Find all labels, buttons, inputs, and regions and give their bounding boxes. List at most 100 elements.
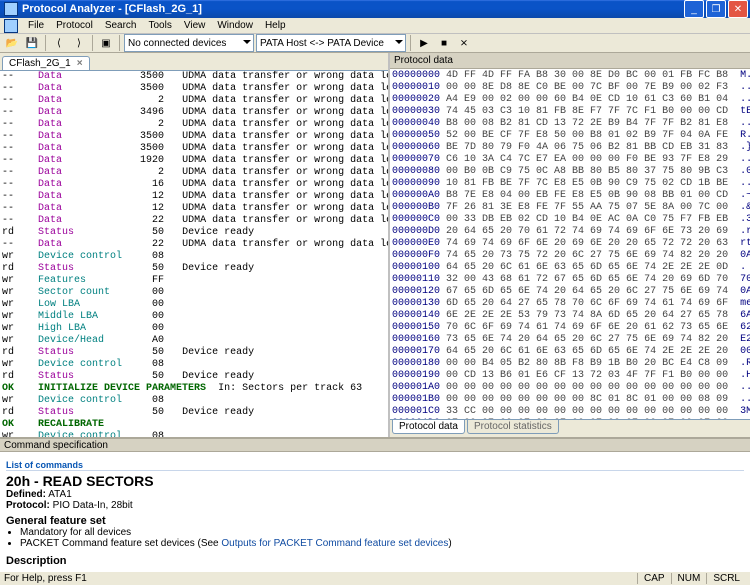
trace-row[interactable]: -- Data 3500 UDMA data transfer or wrong… — [0, 71, 388, 83]
tb-clear-icon[interactable]: ⨯ — [455, 34, 473, 52]
trace-row[interactable]: -- Data 12 UDMA data transfer or wrong d… — [0, 203, 388, 215]
status-num: NUM — [671, 573, 707, 584]
menu-search[interactable]: Search — [99, 18, 143, 33]
menu-tools[interactable]: Tools — [143, 18, 178, 33]
trace-row[interactable]: -- Data 3500 UDMA data transfer or wrong… — [0, 131, 388, 143]
protocol-data-header: Protocol data — [390, 53, 750, 69]
trace-row[interactable]: wr Sector count 00 — [0, 287, 388, 299]
trace-row[interactable]: wr High LBA 00 — [0, 323, 388, 335]
hex-row: 000000A0 B8 7E E8 04 00 EB FE E8 E5 0B 9… — [392, 190, 750, 202]
right-bottom-tabs: Protocol data Protocol statistics — [390, 419, 750, 437]
trace-row[interactable]: -- Data 12 UDMA data transfer or wrong d… — [0, 191, 388, 203]
menu-view[interactable]: View — [178, 18, 212, 33]
trace-row[interactable]: rd Status 50 Device ready — [0, 227, 388, 239]
hex-row: 00000160 73 65 6E 74 20 64 65 20 6C 27 7… — [392, 334, 750, 346]
protocol-data-pane: Protocol data 00000000 4D FF 4D FF FA B8… — [390, 53, 750, 437]
trace-row[interactable]: wr Device control 08 — [0, 359, 388, 371]
trace-row[interactable]: rd Status 50 Device ready — [0, 407, 388, 419]
trace-row[interactable]: rd Status 50 Device ready — [0, 371, 388, 383]
left-tabstrip: CFlash_2G_1 × — [0, 53, 388, 71]
hex-row: 000000B0 7F 26 81 3E E8 FE 7F 55 AA 75 0… — [392, 202, 750, 214]
hex-row: 00000060 BE 7D 80 79 F0 4A 06 75 06 B2 8… — [392, 142, 750, 154]
trace-row[interactable]: -- Data 16 UDMA data transfer or wrong d… — [0, 179, 388, 191]
tab-close-icon[interactable]: × — [77, 58, 83, 69]
protocol-data-title: Protocol data — [394, 55, 453, 66]
cmd-feat-link[interactable]: Outputs for PACKET Command feature set d… — [221, 538, 448, 549]
trace-row[interactable]: rd Status 50 Device ready — [0, 263, 388, 275]
tab-file[interactable]: CFlash_2G_1 × — [2, 56, 90, 70]
statusbar: For Help, press F1 CAP NUM SCRL — [0, 571, 750, 585]
tb-filter-icon[interactable]: ▣ — [97, 34, 115, 52]
hex-row: 00000150 70 6C 6F 69 74 61 74 69 6F 6E 2… — [392, 322, 750, 334]
tab-protocol-data[interactable]: Protocol data — [392, 420, 465, 434]
hex-row: 00000010 00 00 8E D8 8E C0 BE 00 7C BF 0… — [392, 82, 750, 94]
trace-row[interactable]: -- Data 3500 UDMA data transfer or wrong… — [0, 143, 388, 155]
close-button[interactable]: ✕ — [728, 0, 748, 18]
trace-row[interactable]: rd Status 50 Device ready — [0, 347, 388, 359]
menu-protocol[interactable]: Protocol — [50, 18, 99, 33]
hex-row: 00000180 00 00 B4 05 B2 80 8B F8 B9 1B B… — [392, 358, 750, 370]
command-spec-body[interactable]: List of commands 20h - READ SECTORS Defi… — [0, 452, 750, 571]
cmd-feat-0: Mandatory for all devices — [20, 527, 744, 538]
trace-row[interactable]: -- Data 22 UDMA data transfer or wrong d… — [0, 239, 388, 251]
tb-stop-icon[interactable]: ■ — [435, 34, 453, 52]
menu-file[interactable]: File — [22, 18, 50, 33]
tb-prev-icon[interactable]: ⟨ — [50, 34, 68, 52]
tab-protocol-stats[interactable]: Protocol statistics — [467, 420, 559, 434]
cmd-list-heading: List of commands — [6, 460, 744, 471]
hex-row: 00000030 74 45 03 C3 10 81 FB 8E F7 7F 7… — [392, 106, 750, 118]
cmd-feature-set: General feature set — [6, 515, 744, 527]
toolbar: 📂 💾 ⟨ ⟩ ▣ No connected devices PATA Host… — [0, 34, 750, 53]
hex-row: 000001B0 00 00 00 00 00 00 00 00 8C 01 8… — [392, 394, 750, 406]
tab-file-label: CFlash_2G_1 — [9, 58, 71, 69]
cmd-feat-1: PACKET Command feature set devices (See … — [20, 538, 744, 549]
trace-list[interactable]: -- Data 3500 UDMA data transfer or wrong… — [0, 71, 388, 437]
restore-button[interactable]: ❐ — [706, 0, 726, 18]
hex-row: 000001C0 33 CC 00 00 00 00 00 00 00 00 0… — [392, 406, 750, 418]
trace-row[interactable]: -- Data 2 UDMA data transfer or wrong da… — [0, 95, 388, 107]
trace-row[interactable]: OK RECALIBRATE — [0, 419, 388, 431]
hex-row: 00000000 4D FF 4D FF FA B8 30 00 8E D0 B… — [392, 70, 750, 82]
trace-row[interactable]: wr Device control 08 — [0, 251, 388, 263]
cmd-desc-heading: Description — [6, 555, 744, 567]
tb-open-icon[interactable]: 📂 — [3, 34, 21, 52]
tb-play-icon[interactable]: ▶ — [415, 34, 433, 52]
titlebar: Protocol Analyzer - [CFlash_2G_1] _ ❐ ✕ — [0, 0, 750, 18]
trace-row[interactable]: -- Data 2 UDMA data transfer or wrong da… — [0, 119, 388, 131]
hex-row: 00000020 A4 E9 00 02 00 00 60 B4 0E CD 1… — [392, 94, 750, 106]
mode-select[interactable]: PATA Host <-> PATA Device — [256, 34, 406, 52]
menu-help[interactable]: Help — [259, 18, 292, 33]
minimize-button[interactable]: _ — [684, 0, 704, 18]
hex-row: 000000D0 20 64 65 20 70 61 72 74 69 74 6… — [392, 226, 750, 238]
trace-row[interactable]: -- Data 22 UDMA data transfer or wrong d… — [0, 215, 388, 227]
status-help: For Help, press F1 — [4, 573, 87, 584]
command-spec-header: Command specification — [0, 439, 750, 452]
tb-save-icon[interactable]: 💾 — [23, 34, 41, 52]
hex-row: 00000190 00 CD 13 B6 01 E6 CF 13 72 03 4… — [392, 370, 750, 382]
menubar: File Protocol Search Tools View Window H… — [0, 18, 750, 34]
trace-row[interactable]: wr Features FF — [0, 275, 388, 287]
menu-window[interactable]: Window — [211, 18, 259, 33]
hex-row: 00000110 32 00 43 68 61 72 67 65 6D 65 6… — [392, 274, 750, 286]
hex-row: 00000040 B8 00 08 B2 81 CD 13 72 2E B9 B… — [392, 118, 750, 130]
trace-row[interactable]: -- Data 2 UDMA data transfer or wrong da… — [0, 167, 388, 179]
hex-row: 000001A0 00 00 00 00 00 00 00 00 00 00 0… — [392, 382, 750, 394]
trace-row[interactable]: wr Low LBA 00 — [0, 299, 388, 311]
hex-view[interactable]: 00000000 4D FF 4D FF FA B8 30 00 8E D0 B… — [390, 69, 750, 419]
trace-row[interactable]: -- Data 1920 UDMA data transfer or wrong… — [0, 155, 388, 167]
hex-row: 00000080 00 B0 0B C9 75 0C A8 BB 80 B5 8… — [392, 166, 750, 178]
window-title: Protocol Analyzer - [CFlash_2G_1] — [22, 3, 684, 15]
trace-row[interactable]: OK INITIALIZE DEVICE PARAMETERS In: Sect… — [0, 383, 388, 395]
device-select[interactable]: No connected devices — [124, 34, 254, 52]
trace-row[interactable]: wr Device control 08 — [0, 395, 388, 407]
hex-row: 000000E0 74 69 74 69 6F 6E 20 69 6E 20 2… — [392, 238, 750, 250]
status-scrl: SCRL — [706, 573, 746, 584]
cmd-defined-label: Defined: — [6, 489, 46, 500]
trace-row[interactable]: wr Device control 08 — [0, 431, 388, 437]
trace-row[interactable]: wr Middle LBA 00 — [0, 311, 388, 323]
trace-row[interactable]: -- Data 3496 UDMA data transfer or wrong… — [0, 107, 388, 119]
status-caps: CAP — [637, 573, 671, 584]
tb-next-icon[interactable]: ⟩ — [70, 34, 88, 52]
trace-row[interactable]: -- Data 3500 UDMA data transfer or wrong… — [0, 83, 388, 95]
trace-row[interactable]: wr Device/Head A0 — [0, 335, 388, 347]
